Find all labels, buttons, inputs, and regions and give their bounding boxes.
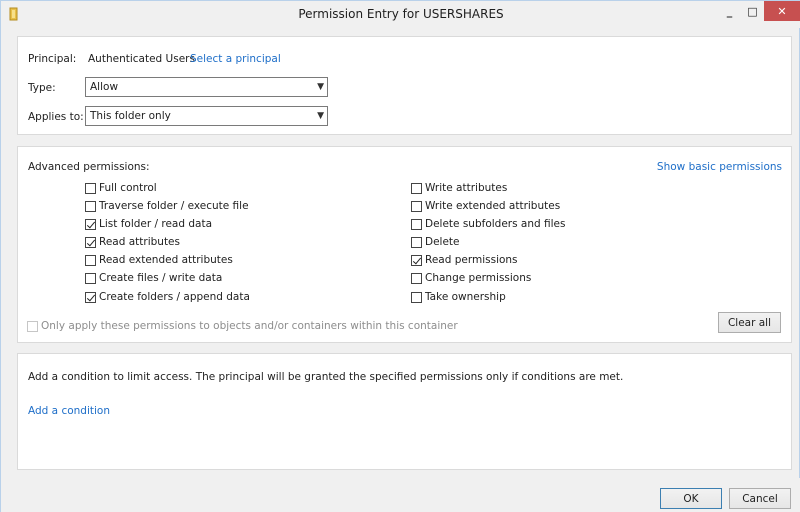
permission-label: Write extended attributes bbox=[425, 200, 561, 212]
checkbox[interactable] bbox=[411, 182, 422, 194]
checkbox bbox=[27, 320, 38, 332]
checkbox[interactable] bbox=[85, 236, 96, 248]
principal-label: Principal: bbox=[28, 53, 77, 65]
close-button[interactable]: ✕ bbox=[764, 1, 800, 21]
checkbox[interactable] bbox=[85, 182, 96, 194]
permission-label: Delete subfolders and files bbox=[425, 218, 566, 230]
applies-to-dropdown[interactable]: This folder only ▼ bbox=[85, 106, 328, 126]
permission-label: Traverse folder / execute file bbox=[99, 200, 249, 212]
permission-entry-window: Permission Entry for USERSHARES _ □ ✕ Pr… bbox=[0, 0, 800, 512]
permission-read-extended-attributes[interactable]: Read extended attributes bbox=[85, 254, 233, 266]
permission-delete[interactable]: Delete bbox=[411, 236, 460, 248]
permission-write-attributes[interactable]: Write attributes bbox=[411, 182, 507, 194]
permission-read-attributes[interactable]: Read attributes bbox=[85, 236, 180, 248]
type-label: Type: bbox=[28, 82, 56, 94]
permission-change-permissions[interactable]: Change permissions bbox=[411, 272, 531, 284]
add-condition-link[interactable]: Add a condition bbox=[28, 405, 110, 417]
checkbox[interactable] bbox=[411, 291, 422, 303]
type-dropdown[interactable]: Allow ▼ bbox=[85, 77, 328, 97]
permission-list-folder[interactable]: List folder / read data bbox=[85, 218, 212, 230]
chevron-down-icon: ▼ bbox=[317, 111, 324, 121]
permission-label: Create files / write data bbox=[99, 272, 223, 284]
permission-take-ownership[interactable]: Take ownership bbox=[411, 291, 506, 303]
cancel-button[interactable]: Cancel bbox=[729, 488, 791, 509]
checkbox[interactable] bbox=[411, 236, 422, 248]
permission-label: Read attributes bbox=[99, 236, 180, 248]
principal-value: Authenticated Users bbox=[88, 53, 195, 65]
permission-write-extended-attributes[interactable]: Write extended attributes bbox=[411, 200, 560, 212]
permission-create-folders[interactable]: Create folders / append data bbox=[85, 291, 250, 303]
permission-label: Delete bbox=[425, 236, 460, 248]
checkbox[interactable] bbox=[85, 272, 96, 284]
ok-button[interactable]: OK bbox=[660, 488, 722, 509]
applies-to-label: Applies to: bbox=[28, 111, 84, 123]
type-dropdown-value: Allow bbox=[90, 81, 119, 93]
permission-label: Read permissions bbox=[425, 254, 518, 266]
permission-label: Create folders / append data bbox=[99, 291, 250, 303]
only-apply-checkbox-row: Only apply these permissions to objects … bbox=[27, 320, 458, 332]
permission-delete-subfolders[interactable]: Delete subfolders and files bbox=[411, 218, 565, 230]
checkbox[interactable] bbox=[411, 218, 422, 230]
applies-to-dropdown-value: This folder only bbox=[90, 110, 171, 122]
maximize-button[interactable]: □ bbox=[741, 1, 764, 21]
chevron-down-icon: ▼ bbox=[317, 82, 324, 92]
permission-label: Read extended attributes bbox=[99, 254, 233, 266]
checkbox[interactable] bbox=[411, 254, 422, 266]
permission-label: List folder / read data bbox=[99, 218, 213, 230]
permission-label: Full control bbox=[99, 182, 157, 194]
condition-panel: Add a condition to limit access. The pri… bbox=[17, 353, 792, 470]
permission-label: Write attributes bbox=[425, 182, 508, 194]
principal-panel: Principal: Authenticated Users Select a … bbox=[17, 36, 792, 135]
checkbox[interactable] bbox=[85, 218, 96, 230]
show-basic-permissions-link[interactable]: Show basic permissions bbox=[657, 161, 782, 173]
checkbox[interactable] bbox=[85, 200, 96, 212]
checkbox[interactable] bbox=[411, 272, 422, 284]
permission-label: Take ownership bbox=[425, 291, 506, 303]
title-bar[interactable]: Permission Entry for USERSHARES _ □ ✕ bbox=[1, 1, 800, 28]
dialog-footer: OK Cancel bbox=[1, 478, 800, 512]
permission-full-control[interactable]: Full control bbox=[85, 182, 157, 194]
window-title: Permission Entry for USERSHARES bbox=[298, 7, 504, 21]
minimize-button[interactable]: _ bbox=[718, 1, 741, 21]
permission-create-files[interactable]: Create files / write data bbox=[85, 272, 222, 284]
condition-description: Add a condition to limit access. The pri… bbox=[28, 371, 624, 383]
checkbox[interactable] bbox=[411, 200, 422, 212]
permission-read-permissions[interactable]: Read permissions bbox=[411, 254, 518, 266]
permission-traverse-folder[interactable]: Traverse folder / execute file bbox=[85, 200, 249, 212]
clear-all-button[interactable]: Clear all bbox=[718, 312, 781, 333]
only-apply-label: Only apply these permissions to objects … bbox=[41, 320, 458, 332]
permission-label: Change permissions bbox=[425, 272, 532, 284]
permissions-panel: Advanced permissions: Show basic permiss… bbox=[17, 146, 792, 343]
select-principal-link[interactable]: Select a principal bbox=[190, 53, 281, 65]
checkbox[interactable] bbox=[85, 254, 96, 266]
checkbox[interactable] bbox=[85, 291, 96, 303]
advanced-permissions-heading: Advanced permissions: bbox=[28, 161, 150, 173]
